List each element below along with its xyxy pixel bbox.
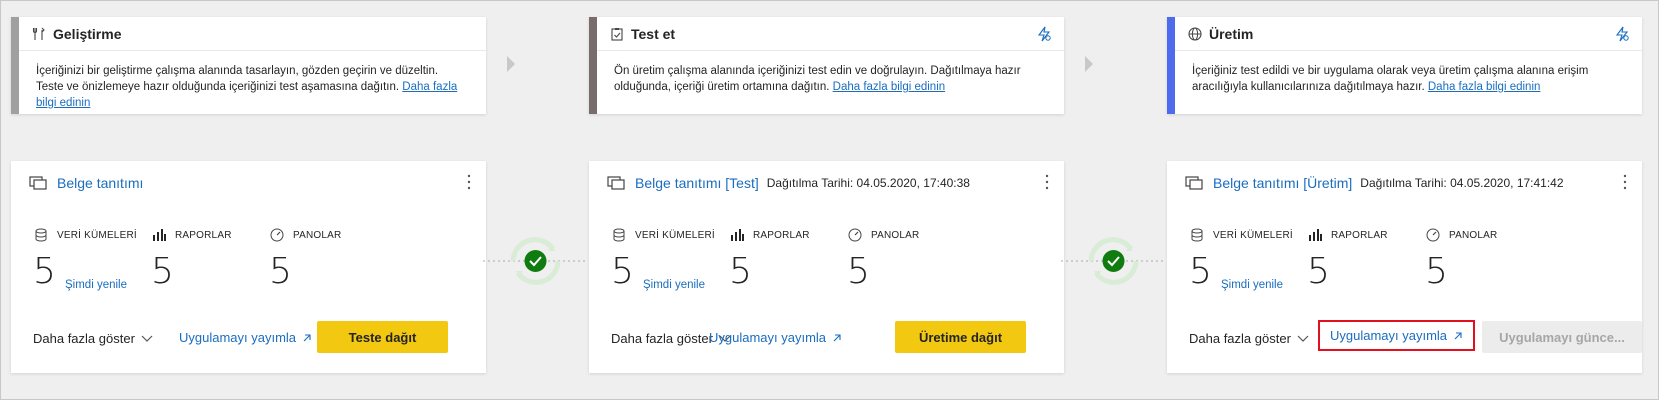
- globe-icon: [1187, 26, 1203, 42]
- stage-title: Geliştirme: [53, 25, 122, 42]
- database-icon: [33, 227, 49, 243]
- metric-reports: RAPORLAR 5: [729, 227, 849, 292]
- bar-chart-icon: [151, 227, 167, 243]
- chevron-down-icon: [1297, 335, 1309, 342]
- refresh-now-link[interactable]: Şimdi yenile: [1221, 279, 1283, 291]
- metric-label: VERİ KÜMELERİ: [57, 229, 137, 241]
- stage-arrow-icon: [1085, 56, 1093, 72]
- workspace-card-test: Belge tanıtımı [Test] Dağıtılma Tarihi: …: [589, 161, 1064, 373]
- sync-status-icon: [483, 237, 588, 285]
- metric-dashboards: PANOLAR 5: [1425, 227, 1545, 292]
- stage-title-row: Üretim: [1175, 17, 1642, 51]
- deploy-settings-icon[interactable]: [1036, 26, 1052, 42]
- metric-dashboards: PANOLAR 5: [847, 227, 967, 292]
- metric-label: RAPORLAR: [753, 229, 810, 241]
- metric-datasets: VERİ KÜMELERİ 5 Şimdi yenile: [611, 227, 731, 292]
- workspace-icon: [1185, 176, 1203, 190]
- stage-header-test: Test et Ön üretim çalışma alanında içeri…: [589, 17, 1064, 114]
- chevron-down-icon: [141, 335, 153, 342]
- refresh-now-link[interactable]: Şimdi yenile: [65, 279, 127, 291]
- metric-value: 5: [1307, 251, 1330, 292]
- metric-value: 5: [1425, 251, 1448, 292]
- metric-label: VERİ KÜMELERİ: [635, 229, 715, 241]
- external-link-icon: [833, 333, 841, 341]
- clipboard-check-icon: [609, 26, 625, 42]
- stage-accent-bar: [1167, 17, 1175, 114]
- sync-status-icon: [1061, 237, 1166, 285]
- deploy-date: Dağıtılma Tarihi: 04.05.2020, 17:40:38: [766, 176, 970, 190]
- workspace-card-production: Belge tanıtımı [Üretim] Dağıtılma Tarihi…: [1167, 161, 1642, 373]
- deploy-date: Dağıtılma Tarihi: 04.05.2020, 17:41:42: [1360, 176, 1564, 190]
- refresh-now-link[interactable]: Şimdi yenile: [643, 279, 705, 291]
- workspace-name[interactable]: Belge tanıtımı: [57, 175, 143, 191]
- deploy-to-production-button[interactable]: Üretime dağıt: [895, 321, 1026, 353]
- external-link-icon: [303, 333, 311, 341]
- deploy-settings-icon[interactable]: [1614, 26, 1630, 42]
- more-options-icon[interactable]: [1622, 173, 1628, 191]
- stage-title: Üretim: [1209, 25, 1254, 42]
- publish-app-link[interactable]: Uygulamayı yayımla: [699, 324, 852, 351]
- show-more-toggle[interactable]: Daha fazla göster: [1189, 331, 1309, 346]
- learn-more-link[interactable]: Daha fazla bilgi edinin: [1428, 81, 1541, 93]
- gauge-icon: [847, 227, 863, 243]
- metric-label: PANOLAR: [871, 229, 920, 241]
- metric-datasets: VERİ KÜMELERİ 5 Şimdi yenile: [33, 227, 153, 292]
- update-app-button[interactable]: Uygulamayı günce...: [1482, 321, 1642, 353]
- metric-label: RAPORLAR: [1331, 229, 1388, 241]
- stage-arrow-icon: [507, 56, 515, 72]
- workspace-card-development: Belge tanıtımı VERİ KÜMELERİ 5 Şimdi yen…: [11, 161, 486, 373]
- publish-app-link[interactable]: Uygulamayı yayımla: [1318, 320, 1476, 351]
- bar-chart-icon: [1307, 227, 1323, 243]
- stage-header-development: Geliştirme İçeriğinizi bir geliştirme ça…: [11, 17, 486, 114]
- metric-reports: RAPORLAR 5: [151, 227, 271, 292]
- stage-title-row: Geliştirme: [19, 17, 486, 51]
- database-icon: [1189, 227, 1205, 243]
- metric-value: 5: [269, 251, 292, 292]
- show-more-toggle[interactable]: Daha fazla göster: [33, 331, 153, 346]
- deploy-to-test-button[interactable]: Teste dağıt: [317, 321, 448, 353]
- stage-title: Test et: [631, 25, 676, 42]
- deployment-pipeline: Geliştirme İçeriğinizi bir geliştirme ça…: [0, 0, 1659, 400]
- workspace-name[interactable]: Belge tanıtımı [Test]: [635, 175, 759, 191]
- stage-description: İçeriğinizi bir geliştirme çalışma alanı…: [36, 65, 458, 109]
- publish-app-link[interactable]: Uygulamayı yayımla: [169, 324, 322, 351]
- more-options-icon[interactable]: [1044, 173, 1050, 191]
- stage-header-production: Üretim İçeriğiniz test edildi ve bir uyg…: [1167, 17, 1642, 114]
- stage-description: Ön üretim çalışma alanında içeriğinizi t…: [614, 65, 1021, 93]
- tools-icon: [31, 26, 47, 42]
- stage-description: İçeriğiniz test edildi ve bir uygulama o…: [1192, 65, 1589, 93]
- metric-dashboards: PANOLAR 5: [269, 227, 389, 292]
- gauge-icon: [1425, 227, 1441, 243]
- learn-more-link[interactable]: Daha fazla bilgi edinin: [833, 81, 946, 93]
- workspace-name[interactable]: Belge tanıtımı [Üretim]: [1213, 175, 1352, 191]
- metric-reports: RAPORLAR 5: [1307, 227, 1427, 292]
- external-link-icon: [1454, 331, 1462, 339]
- bar-chart-icon: [729, 227, 745, 243]
- stage-accent-bar: [589, 17, 597, 114]
- stage-accent-bar: [11, 17, 19, 114]
- stage-title-row: Test et: [597, 17, 1064, 51]
- workspace-icon: [29, 176, 47, 190]
- metric-value: 5: [729, 251, 752, 292]
- metric-label: VERİ KÜMELERİ: [1213, 229, 1293, 241]
- metric-value: 5: [847, 251, 870, 292]
- metric-label: RAPORLAR: [175, 229, 232, 241]
- metric-datasets: VERİ KÜMELERİ 5 Şimdi yenile: [1189, 227, 1309, 292]
- metric-label: PANOLAR: [293, 229, 342, 241]
- workspace-title-row: Belge tanıtımı [Üretim] Dağıtılma Tarihi…: [1185, 175, 1564, 191]
- workspace-title-row: Belge tanıtımı [Test] Dağıtılma Tarihi: …: [607, 175, 970, 191]
- gauge-icon: [269, 227, 285, 243]
- workspace-title-row: Belge tanıtımı: [29, 175, 151, 191]
- workspace-icon: [607, 176, 625, 190]
- database-icon: [611, 227, 627, 243]
- metric-value: 5: [151, 251, 174, 292]
- more-options-icon[interactable]: [466, 173, 472, 191]
- metric-label: PANOLAR: [1449, 229, 1498, 241]
